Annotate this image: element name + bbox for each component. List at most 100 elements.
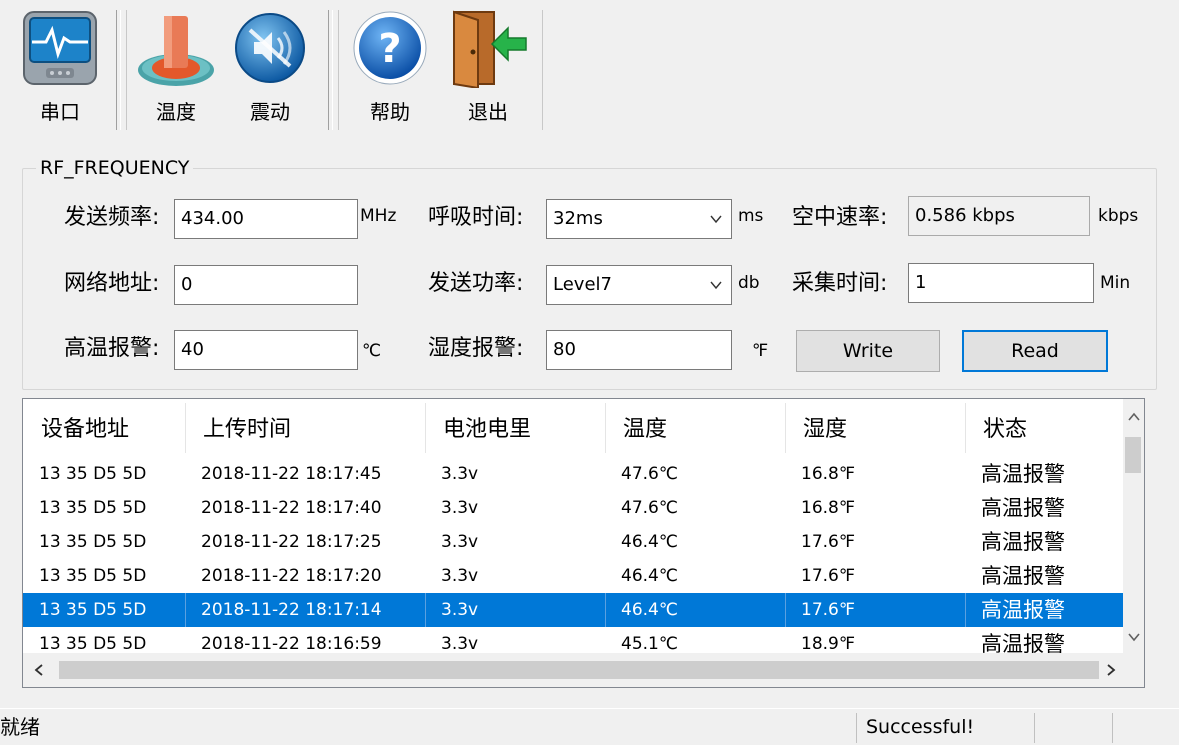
- selection-divider: [605, 593, 606, 627]
- send-power-select[interactable]: Level7: [546, 265, 732, 305]
- send-power-label: 发送功率:: [428, 271, 524, 296]
- vertical-scroll-thumb[interactable]: [1125, 437, 1141, 473]
- table-row[interactable]: 13 35 D5 5D 2018-11-22 18:17:20 3.3v 46.4℃ 1…: [23, 559, 1131, 593]
- temperature-label: 温度: [156, 100, 196, 124]
- toolbar-separator: [542, 10, 543, 130]
- table-cell: 17.6℉: [801, 566, 856, 586]
- table-cell: 3.3v: [441, 464, 479, 484]
- write-button[interactable]: Write: [796, 330, 940, 372]
- help-icon: ?: [353, 11, 427, 85]
- list-header: 设备地址 上传时间 电池电里 温度 湿度 状态: [23, 399, 1131, 457]
- network-address-input[interactable]: 0: [174, 265, 358, 305]
- data-list-view[interactable]: 设备地址 上传时间 电池电里 温度 湿度 状态 13 35 D5 5D 2018-…: [22, 398, 1145, 688]
- table-cell: 3.3v: [441, 498, 479, 518]
- serial-port-icon: [23, 11, 97, 85]
- svg-text:?: ?: [378, 26, 401, 72]
- toolbar-separator: [126, 10, 127, 130]
- table-cell: 17.6℉: [801, 532, 856, 552]
- table-row[interactable]: 13 35 D5 5D 2018-11-22 18:17:45 3.3v 47.6℃ 1…: [23, 457, 1131, 491]
- table-cell: 高温报警: [981, 530, 1065, 554]
- table-cell: 2018-11-22 18:17:45: [201, 464, 382, 484]
- read-button[interactable]: Read: [962, 330, 1108, 372]
- column-header-upload-time[interactable]: 上传时间: [185, 399, 425, 457]
- scroll-up-icon[interactable]: [1124, 407, 1144, 427]
- toolbar-separator: [116, 10, 121, 130]
- horizontal-scrollbar[interactable]: [23, 653, 1144, 687]
- table-cell: 16.8℉: [801, 498, 856, 518]
- status-divider: [1034, 713, 1035, 743]
- vertical-scrollbar[interactable]: [1123, 399, 1144, 654]
- table-cell: 3.3v: [441, 566, 479, 586]
- high-temp-alarm-input[interactable]: 40: [174, 330, 358, 370]
- vibration-label: 震动: [250, 100, 290, 124]
- send-power-value: Level7: [553, 274, 612, 295]
- table-row[interactable]: 13 35 D5 5D 2018-11-22 18:17:40 3.3v 47.6℃ 1…: [23, 491, 1131, 525]
- breath-time-value: 32ms: [553, 208, 603, 229]
- humidity-alarm-input[interactable]: 80: [546, 330, 732, 370]
- column-header-battery[interactable]: 电池电里: [425, 399, 605, 457]
- help-label: 帮助: [370, 100, 410, 124]
- toolbar: 串口 温度 震动 ? 帮助 退出: [0, 0, 1179, 140]
- table-cell: 3.3v: [441, 532, 479, 552]
- breath-time-select[interactable]: 32ms: [546, 199, 732, 239]
- table-cell: 2018-11-22 18:17:40: [201, 498, 382, 518]
- table-cell: 13 35 D5 5D: [39, 566, 147, 586]
- high-temp-alarm-unit: ℃: [362, 341, 382, 361]
- table-cell: 高温报警: [981, 598, 1065, 622]
- breath-time-label: 呼吸时间:: [428, 205, 524, 230]
- scroll-right-icon[interactable]: [1101, 660, 1121, 680]
- table-cell: 高温报警: [981, 496, 1065, 520]
- selection-divider: [185, 593, 186, 627]
- selection-divider: [965, 593, 966, 627]
- column-header-status[interactable]: 状态: [965, 399, 1131, 457]
- status-divider: [856, 713, 857, 743]
- table-cell: 46.4℃: [621, 532, 678, 552]
- status-result: Successful!: [866, 716, 975, 738]
- horizontal-scroll-thumb[interactable]: [59, 661, 1099, 679]
- scroll-down-icon[interactable]: [1124, 627, 1144, 647]
- air-rate-unit: kbps: [1098, 206, 1139, 226]
- scroll-left-icon[interactable]: [29, 660, 49, 680]
- air-rate-label: 空中速率:: [792, 205, 888, 230]
- table-row[interactable]: 13 35 D5 5D 2018-11-22 18:17:25 3.3v 46.4℃ 1…: [23, 525, 1131, 559]
- table-cell: 46.4℃: [621, 600, 678, 620]
- table-row[interactable]: 13 35 D5 5D 2018-11-22 18:17:14 3.3v 46.4℃ 1…: [23, 593, 1131, 627]
- vibration-button[interactable]: 震动: [230, 8, 310, 134]
- exit-door-icon: [453, 10, 527, 88]
- table-cell: 2018-11-22 18:17:25: [201, 532, 382, 552]
- table-cell: 13 35 D5 5D: [39, 600, 147, 620]
- humidity-alarm-unit: ℉: [752, 341, 769, 361]
- send-frequency-input[interactable]: 434.00: [174, 199, 358, 239]
- table-cell: 47.6℃: [621, 498, 678, 518]
- table-cell: 17.6℉: [801, 600, 856, 620]
- table-cell: 16.8℉: [801, 464, 856, 484]
- column-header-humidity[interactable]: 湿度: [785, 399, 965, 457]
- table-cell: 13 35 D5 5D: [39, 498, 147, 518]
- help-button[interactable]: ? 帮助: [350, 8, 430, 134]
- high-temp-alarm-label: 高温报警:: [64, 336, 160, 361]
- serial-port-label: 串口: [40, 100, 80, 124]
- status-divider: [1112, 713, 1113, 743]
- column-header-device-address[interactable]: 设备地址: [23, 399, 185, 457]
- exit-label: 退出: [468, 100, 508, 124]
- toolbar-separator: [328, 10, 333, 130]
- table-cell: 2018-11-22 18:17:20: [201, 566, 382, 586]
- exit-button[interactable]: 退出: [448, 8, 528, 134]
- temperature-button[interactable]: 温度: [136, 8, 216, 134]
- send-frequency-unit: MHz: [360, 206, 397, 226]
- toolbar-separator: [338, 10, 339, 130]
- chevron-down-icon: [710, 281, 722, 290]
- group-title: RF_FREQUENCY: [36, 156, 194, 180]
- column-header-temperature[interactable]: 温度: [605, 399, 785, 457]
- serial-port-button[interactable]: 串口: [20, 8, 100, 134]
- collect-time-input[interactable]: 1: [908, 263, 1094, 303]
- network-address-label: 网络地址:: [64, 271, 160, 296]
- selection-divider: [785, 593, 786, 627]
- status-text: 就绪: [0, 715, 40, 739]
- air-rate-field: 0.586 kbps: [908, 196, 1090, 236]
- table-cell: 46.4℃: [621, 566, 678, 586]
- chevron-down-icon: [710, 215, 722, 224]
- collect-time-unit: Min: [1100, 273, 1131, 293]
- table-cell: 高温报警: [981, 564, 1065, 588]
- table-cell: 3.3v: [441, 600, 479, 620]
